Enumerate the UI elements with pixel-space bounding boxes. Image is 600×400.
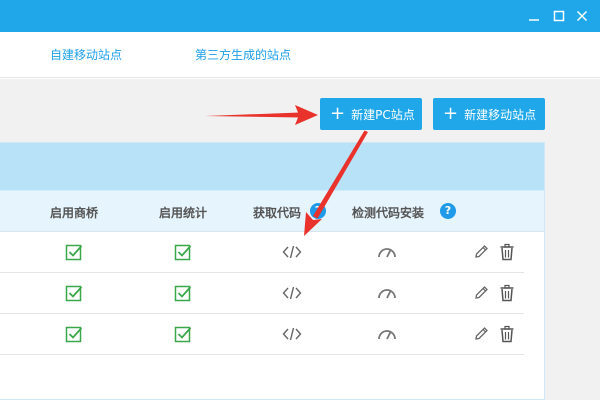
maximize-button[interactable]	[549, 6, 569, 26]
shangqiao-enabled-checkbox[interactable]	[65, 314, 83, 354]
pencil-icon	[475, 245, 488, 258]
get-code-help-icon[interactable]: ?	[310, 203, 326, 219]
shangqiao-enabled-checkbox[interactable]	[65, 232, 83, 272]
edit-button[interactable]	[473, 232, 489, 272]
checkbox-checked-icon	[174, 326, 192, 343]
tab-self-built-mobile-sites[interactable]: 自建移动站点	[50, 46, 122, 63]
trash-icon	[500, 284, 514, 302]
table-header: 启用商桥 启用统计 获取代码 ? 检测代码安装 ?	[0, 190, 544, 232]
detect-install-icon[interactable]	[377, 314, 397, 354]
column-header-stats: 启用统计	[158, 206, 208, 220]
delete-button[interactable]	[499, 314, 515, 354]
gauge-icon	[378, 248, 396, 258]
site-table-panel: 启用商桥 启用统计 获取代码 ? 检测代码安装 ?	[0, 142, 545, 400]
stats-enabled-checkbox[interactable]	[174, 314, 192, 354]
plus-icon: +	[330, 103, 346, 124]
get-code-icon[interactable]	[282, 273, 302, 313]
nav-bar: 自建移动站点 第三方生成的站点	[0, 32, 600, 78]
new-mobile-site-button[interactable]: + 新建移动站点	[433, 98, 545, 130]
column-header-shangqiao: 启用商桥	[49, 206, 99, 220]
new-pc-site-label: 新建PC站点	[351, 107, 415, 122]
trash-icon	[500, 325, 514, 343]
table-row	[0, 232, 524, 273]
new-pc-site-button[interactable]: + 新建PC站点	[320, 98, 422, 130]
edit-button[interactable]	[473, 273, 489, 313]
minimize-button[interactable]	[524, 6, 544, 26]
plus-icon: +	[443, 103, 459, 124]
checkbox-checked-icon	[174, 285, 192, 302]
pencil-icon	[475, 286, 488, 299]
delete-button[interactable]	[499, 273, 515, 313]
trash-icon	[500, 243, 514, 261]
checkbox-checked-icon	[65, 285, 83, 302]
gauge-icon	[378, 289, 396, 299]
table-row	[0, 314, 524, 355]
title-bar	[0, 0, 600, 32]
get-code-icon[interactable]	[282, 314, 302, 354]
get-code-icon-row-1[interactable]	[282, 232, 302, 272]
checkbox-checked-icon	[65, 244, 83, 261]
code-icon	[282, 245, 302, 259]
stats-enabled-checkbox[interactable]	[174, 232, 192, 272]
close-icon	[576, 10, 588, 22]
panel-header	[0, 143, 544, 190]
maximize-icon	[553, 10, 565, 22]
detect-install-icon[interactable]	[377, 273, 397, 313]
code-icon	[282, 286, 302, 300]
stats-enabled-checkbox[interactable]	[174, 273, 192, 313]
column-header-get-code: 获取代码	[252, 206, 302, 220]
shangqiao-enabled-checkbox[interactable]	[65, 273, 83, 313]
detect-install-help-icon[interactable]: ?	[440, 203, 456, 219]
gauge-icon	[378, 330, 396, 340]
tab-third-party-sites[interactable]: 第三方生成的站点	[195, 46, 291, 63]
edit-button[interactable]	[473, 314, 489, 354]
checkbox-checked-icon	[174, 244, 192, 261]
close-button[interactable]	[572, 6, 592, 26]
column-header-detect-install: 检测代码安装	[351, 206, 425, 220]
delete-button[interactable]	[499, 232, 515, 272]
checkbox-checked-icon	[65, 326, 83, 343]
new-mobile-site-label: 新建移动站点	[464, 107, 537, 122]
code-icon	[282, 327, 302, 341]
detect-install-icon[interactable]	[377, 232, 397, 272]
table-row	[0, 273, 524, 314]
pencil-icon	[475, 327, 488, 340]
minimize-icon	[529, 19, 539, 21]
